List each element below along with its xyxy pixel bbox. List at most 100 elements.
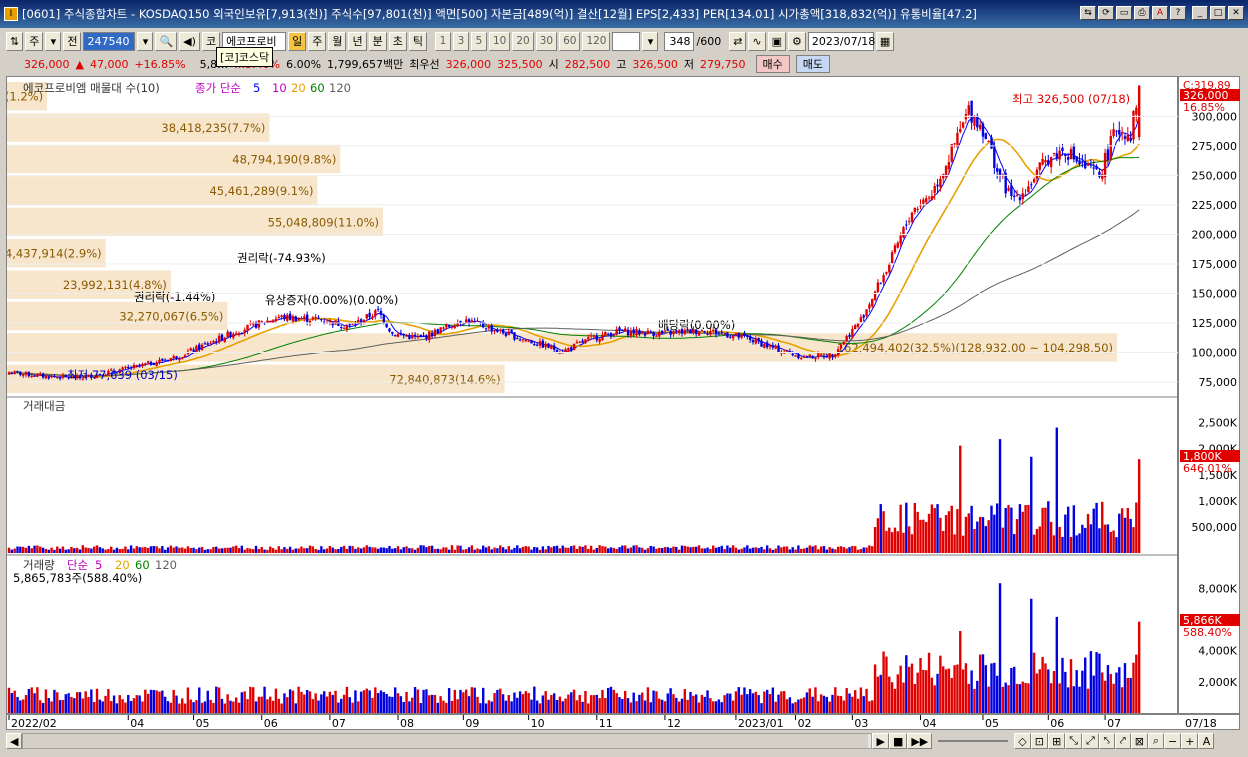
zoom-icon[interactable]: ⌕ — [1148, 733, 1165, 749]
tool-icon-4[interactable]: ⤡ — [1065, 733, 1082, 749]
dropdown-arrow-icon[interactable]: ▾ — [45, 31, 62, 51]
candle-body — [7, 372, 11, 375]
amount-bar — [252, 549, 255, 553]
amount-bar — [606, 548, 610, 553]
scroll-right-icon[interactable]: ▶ — [872, 733, 889, 749]
candle-body — [13, 371, 16, 374]
tab-second[interactable]: 초 — [388, 31, 407, 51]
volume-bar — [476, 696, 479, 713]
candle-body — [206, 343, 209, 345]
candle-body — [854, 325, 857, 330]
refresh-icon[interactable]: ⟳ — [1098, 6, 1114, 20]
interval-120-button[interactable]: 120 — [582, 31, 611, 51]
volume-bar — [181, 698, 184, 713]
help-icon[interactable]: ? — [1170, 6, 1186, 20]
candle-body — [1032, 179, 1036, 183]
tool-icon-7[interactable]: ⤤ — [1114, 733, 1131, 749]
period-week-button[interactable]: 주 — [25, 31, 44, 51]
interval-60-button[interactable]: 60 — [559, 31, 581, 51]
sell-button[interactable]: 매도 — [795, 55, 831, 73]
zoom-out-icon[interactable]: − — [1164, 733, 1182, 749]
tool-icon-5[interactable]: ⤢ — [1081, 733, 1099, 749]
code-dropdown-icon[interactable]: ▾ — [137, 31, 154, 51]
scroll-left-icon[interactable]: ◀ — [6, 733, 23, 749]
settings-icon[interactable]: ⚙ — [788, 31, 806, 51]
scroll-track[interactable] — [22, 733, 873, 749]
tool-icon-8[interactable]: ⊠ — [1130, 733, 1149, 749]
candle-body — [970, 100, 973, 123]
tool-icon-6[interactable]: ⤣ — [1098, 733, 1115, 749]
amount-bar — [112, 549, 116, 553]
save-icon[interactable]: ▣ — [767, 31, 787, 51]
volume-ma-period: 120 — [155, 558, 177, 572]
chart-type-icon[interactable]: ⇅ — [6, 31, 24, 51]
volume-bar — [499, 688, 502, 713]
interval-3-button[interactable]: 3 — [452, 31, 469, 51]
close-icon[interactable]: ✕ — [1228, 6, 1244, 20]
restore-icon[interactable]: ▭ — [1116, 6, 1132, 20]
volume-bar — [411, 697, 414, 713]
tool-icon-1[interactable]: ◇ — [1014, 733, 1031, 749]
candle-body — [305, 314, 309, 322]
interval-20-button[interactable]: 20 — [512, 31, 534, 51]
interval-custom-input[interactable] — [612, 31, 641, 51]
interval-1-button[interactable]: 1 — [434, 31, 451, 51]
volume-bar — [510, 701, 513, 713]
tab-monthly[interactable]: 월 — [328, 31, 347, 51]
interval-dropdown-icon[interactable]: ▾ — [642, 31, 659, 51]
indicator-icon[interactable]: ∿ — [748, 31, 766, 51]
tab-yearly[interactable]: 년 — [348, 31, 367, 51]
stock-code-input[interactable]: 247540 — [83, 31, 136, 51]
candle-body — [422, 335, 425, 337]
volume-bar — [209, 699, 212, 713]
interval-30-button[interactable]: 30 — [535, 31, 558, 51]
amount-bar — [371, 547, 374, 553]
period-prev-button[interactable]: 전 — [63, 31, 82, 51]
maximize-icon[interactable]: □ — [1210, 6, 1226, 20]
candle-body — [947, 161, 951, 169]
calendar-icon[interactable]: ▦ — [875, 31, 895, 51]
amount-bar — [1032, 534, 1036, 553]
tab-minute[interactable]: 분 — [368, 31, 387, 51]
link-icon[interactable]: ⇆ — [1080, 6, 1096, 20]
chart-area[interactable]: 5,865,783(1.2%)38,418,235(7.7%)48,794,19… — [0, 76, 1179, 715]
candle-body — [581, 340, 584, 343]
search-icon[interactable]: 🔍 — [155, 31, 178, 51]
candle-body — [317, 317, 320, 319]
amount-bar — [44, 548, 48, 553]
tab-daily[interactable]: 일 — [288, 31, 307, 51]
date-input[interactable]: 2023/07/18 — [807, 31, 875, 51]
candle-body — [1137, 85, 1141, 138]
buy-button[interactable]: 매수 — [755, 55, 790, 73]
fast-forward-icon[interactable]: ▶▶ — [907, 733, 933, 749]
sound-icon[interactable]: ◀) — [179, 31, 200, 51]
zoom-slider[interactable] — [938, 740, 1009, 742]
text-tool-icon[interactable]: A — [1198, 733, 1215, 749]
amount-bar — [249, 548, 252, 553]
tab-tick[interactable]: 틱 — [408, 31, 427, 51]
amount-bar — [467, 547, 471, 553]
chart-canvas[interactable]: 5,865,783(1.2%)38,418,235(7.7%)48,794,19… — [0, 77, 1179, 715]
scroll-thumb[interactable] — [23, 734, 869, 748]
interval-5-button[interactable]: 5 — [470, 31, 487, 51]
interval-10-button[interactable]: 10 — [488, 31, 511, 51]
candle-body — [831, 354, 834, 358]
candle-body — [822, 355, 826, 358]
ask-price: 326,000 — [445, 57, 492, 71]
chart-scrollbar[interactable]: ◀ ▶ ■ ▶▶ ◇ ⊡ ⊞ ⤡ ⤢ ⤣ ⤤ ⊠ ⌕ − + A — [6, 732, 1240, 750]
volume-bar — [854, 690, 857, 713]
tool-icon-3[interactable]: ⊞ — [1047, 733, 1066, 749]
volume-bar — [112, 695, 116, 713]
minimize-icon[interactable]: _ — [1192, 6, 1208, 20]
font-icon[interactable]: A — [1152, 6, 1168, 20]
zoom-in-icon[interactable]: + — [1181, 733, 1199, 749]
link-chart-icon[interactable]: ⇄ — [729, 31, 747, 51]
current-pct-tick: 16.85% — [1183, 101, 1225, 114]
tab-weekly[interactable]: 주 — [308, 31, 327, 51]
count-input[interactable]: 348 — [664, 31, 695, 51]
amount-bar — [300, 546, 303, 553]
print-icon[interactable]: ⎙ — [1134, 6, 1150, 20]
tool-icon-2[interactable]: ⊡ — [1030, 733, 1048, 749]
stop-icon[interactable]: ■ — [888, 733, 908, 749]
candle-body — [842, 341, 846, 345]
